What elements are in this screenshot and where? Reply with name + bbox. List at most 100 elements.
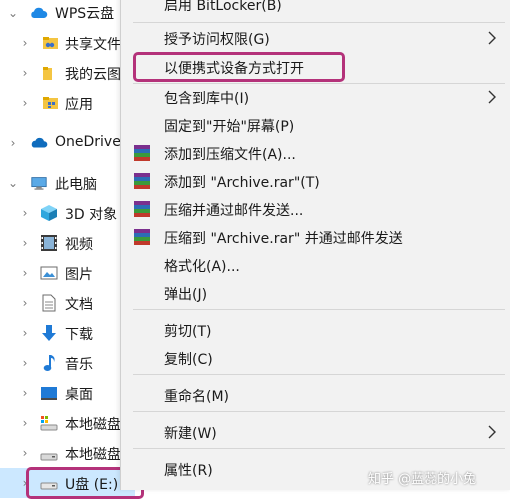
chevron-right-icon[interactable]: › xyxy=(20,97,30,109)
nav-item-label: 应用 xyxy=(65,97,93,113)
chevron-right-icon[interactable]: › xyxy=(20,267,30,279)
open-as-portable-highlight xyxy=(133,52,345,82)
nav-item-3d-objects[interactable]: › 3D 对象 xyxy=(0,198,135,228)
chevron-right-icon[interactable]: › xyxy=(20,327,30,339)
folder-icon xyxy=(42,64,60,82)
menu-item-label: 授予访问权限(G) xyxy=(164,32,270,48)
nav-item-label: 本地磁盘 xyxy=(65,447,121,463)
menu-separator xyxy=(133,411,505,412)
navigation-pane: ⌄ WPS云盘 › 共享文件 › 我的云图 › 应用 › OneDrive ⌄ … xyxy=(0,0,144,500)
menu-item-label: 添加到 "Archive.rar"(T) xyxy=(164,175,320,191)
menu-item-format[interactable]: 格式化(A)... xyxy=(121,251,510,279)
winrar-icon xyxy=(134,173,150,189)
chevron-down-icon[interactable]: ⌄ xyxy=(8,177,18,189)
watermark: 知乎 @蓝蕊的小兔 xyxy=(368,472,477,487)
menu-item-eject[interactable]: 弹出(J) xyxy=(121,279,510,307)
this-pc-icon xyxy=(30,174,48,192)
menu-separator xyxy=(133,448,505,449)
chevron-right-icon[interactable]: › xyxy=(20,67,30,79)
chevron-down-icon[interactable]: ⌄ xyxy=(8,7,18,19)
3d-objects-icon xyxy=(40,204,58,222)
menu-item-pin-to-start[interactable]: 固定到"开始"屏幕(P) xyxy=(121,111,510,139)
nav-item-downloads[interactable]: › 下载 xyxy=(0,318,135,348)
menu-item-bitlocker[interactable]: 启用 BitLocker(B) xyxy=(121,0,510,18)
menu-item-label: 复制(C) xyxy=(164,352,213,368)
nav-item-this-pc[interactable]: ⌄ 此电脑 xyxy=(0,168,135,198)
chevron-right-icon[interactable]: › xyxy=(20,37,30,49)
nav-item-label: WPS云盘 xyxy=(55,6,115,22)
nav-item-documents[interactable]: › 文档 xyxy=(0,288,135,318)
nav-item-label: 本地磁盘 xyxy=(65,417,121,433)
local-disk-icon xyxy=(40,414,58,432)
onedrive-icon xyxy=(30,134,48,152)
chevron-right-icon[interactable]: › xyxy=(20,357,30,369)
menu-item-label: 剪切(T) xyxy=(164,324,212,340)
nav-item-label: OneDrive xyxy=(55,134,121,150)
video-icon xyxy=(40,234,58,252)
chevron-right-icon[interactable]: › xyxy=(20,207,30,219)
nav-item-wps-cloud[interactable]: ⌄ WPS云盘 xyxy=(0,0,135,28)
menu-item-label: 格式化(A)... xyxy=(164,259,240,275)
submenu-arrow-icon xyxy=(487,30,497,46)
chevron-right-icon[interactable]: › xyxy=(8,137,18,149)
nav-item-onedrive[interactable]: › OneDrive xyxy=(0,128,135,158)
menu-item-compress-rar-and-email[interactable]: 压缩到 "Archive.rar" 并通过邮件发送 xyxy=(121,223,510,251)
nav-item-desktop[interactable]: › 桌面 xyxy=(0,378,135,408)
menu-item-label: 固定到"开始"屏幕(P) xyxy=(164,119,295,135)
music-icon xyxy=(40,354,58,372)
menu-item-label: 重命名(M) xyxy=(164,389,230,405)
winrar-icon xyxy=(134,229,150,245)
chevron-right-icon[interactable]: › xyxy=(20,417,30,429)
nav-item-local-disk[interactable]: › 本地磁盘 xyxy=(0,408,135,438)
nav-item-label: 图片 xyxy=(65,267,93,283)
nav-item-my-cloud[interactable]: › 我的云图 xyxy=(0,58,135,88)
menu-item-rename[interactable]: 重命名(M) xyxy=(121,381,510,409)
menu-item-add-to-archive[interactable]: 添加到压缩文件(A)... xyxy=(121,139,510,167)
menu-item-label: 包含到库中(I) xyxy=(164,91,250,107)
nav-item-music[interactable]: › 音乐 xyxy=(0,348,135,378)
shared-folder-icon xyxy=(42,34,60,52)
nav-item-label: 视频 xyxy=(65,237,93,253)
chevron-right-icon[interactable]: › xyxy=(20,237,30,249)
nav-item-pictures[interactable]: › 图片 xyxy=(0,258,135,288)
menu-item-label: 启用 BitLocker(B) xyxy=(164,0,282,14)
winrar-icon xyxy=(134,145,150,161)
menu-item-label: 弹出(J) xyxy=(164,287,208,303)
menu-item-compress-and-email[interactable]: 压缩并通过邮件发送... xyxy=(121,195,510,223)
submenu-arrow-icon xyxy=(487,89,497,105)
nav-item-apps[interactable]: › 应用 xyxy=(0,88,135,118)
menu-separator xyxy=(133,374,505,375)
nav-item-label: 此电脑 xyxy=(55,177,97,193)
local-disk-icon xyxy=(40,444,58,462)
nav-item-label: 文档 xyxy=(65,297,93,313)
menu-item-label: 新建(W) xyxy=(164,426,217,442)
nav-item-videos[interactable]: › 视频 xyxy=(0,228,135,258)
nav-item-label: 下载 xyxy=(65,327,93,343)
pictures-icon xyxy=(40,264,58,282)
nav-item-label: 音乐 xyxy=(65,357,93,373)
menu-item-copy[interactable]: 复制(C) xyxy=(121,344,510,372)
chevron-right-icon[interactable]: › xyxy=(20,447,30,459)
context-menu: 启用 BitLocker(B) 授予访问权限(G) 以便携式设备方式打开 包含到… xyxy=(120,0,510,490)
menu-item-grant-access[interactable]: 授予访问权限(G) xyxy=(121,24,510,52)
menu-item-cut[interactable]: 剪切(T) xyxy=(121,316,510,344)
cloud-icon xyxy=(30,4,48,22)
winrar-icon xyxy=(134,201,150,217)
menu-item-label: 压缩并通过邮件发送... xyxy=(164,203,304,219)
menu-item-label: 添加到压缩文件(A)... xyxy=(164,147,296,163)
app-folder-icon xyxy=(42,94,60,112)
chevron-right-icon[interactable]: › xyxy=(20,297,30,309)
menu-separator xyxy=(133,22,505,23)
menu-item-new[interactable]: 新建(W) xyxy=(121,418,510,446)
nav-item-label: 3D 对象 xyxy=(65,207,118,223)
nav-item-label: 桌面 xyxy=(65,387,93,403)
documents-icon xyxy=(40,294,58,312)
nav-item-shared[interactable]: › 共享文件 xyxy=(0,28,135,58)
menu-item-add-to-archive-rar[interactable]: 添加到 "Archive.rar"(T) xyxy=(121,167,510,195)
menu-item-include-in-library[interactable]: 包含到库中(I) xyxy=(121,83,510,111)
menu-separator xyxy=(133,309,505,310)
chevron-right-icon[interactable]: › xyxy=(20,387,30,399)
nav-item-local-disk[interactable]: › 本地磁盘 xyxy=(0,438,135,468)
menu-item-label: 压缩到 "Archive.rar" 并通过邮件发送 xyxy=(164,231,403,247)
desktop-icon xyxy=(40,384,58,402)
